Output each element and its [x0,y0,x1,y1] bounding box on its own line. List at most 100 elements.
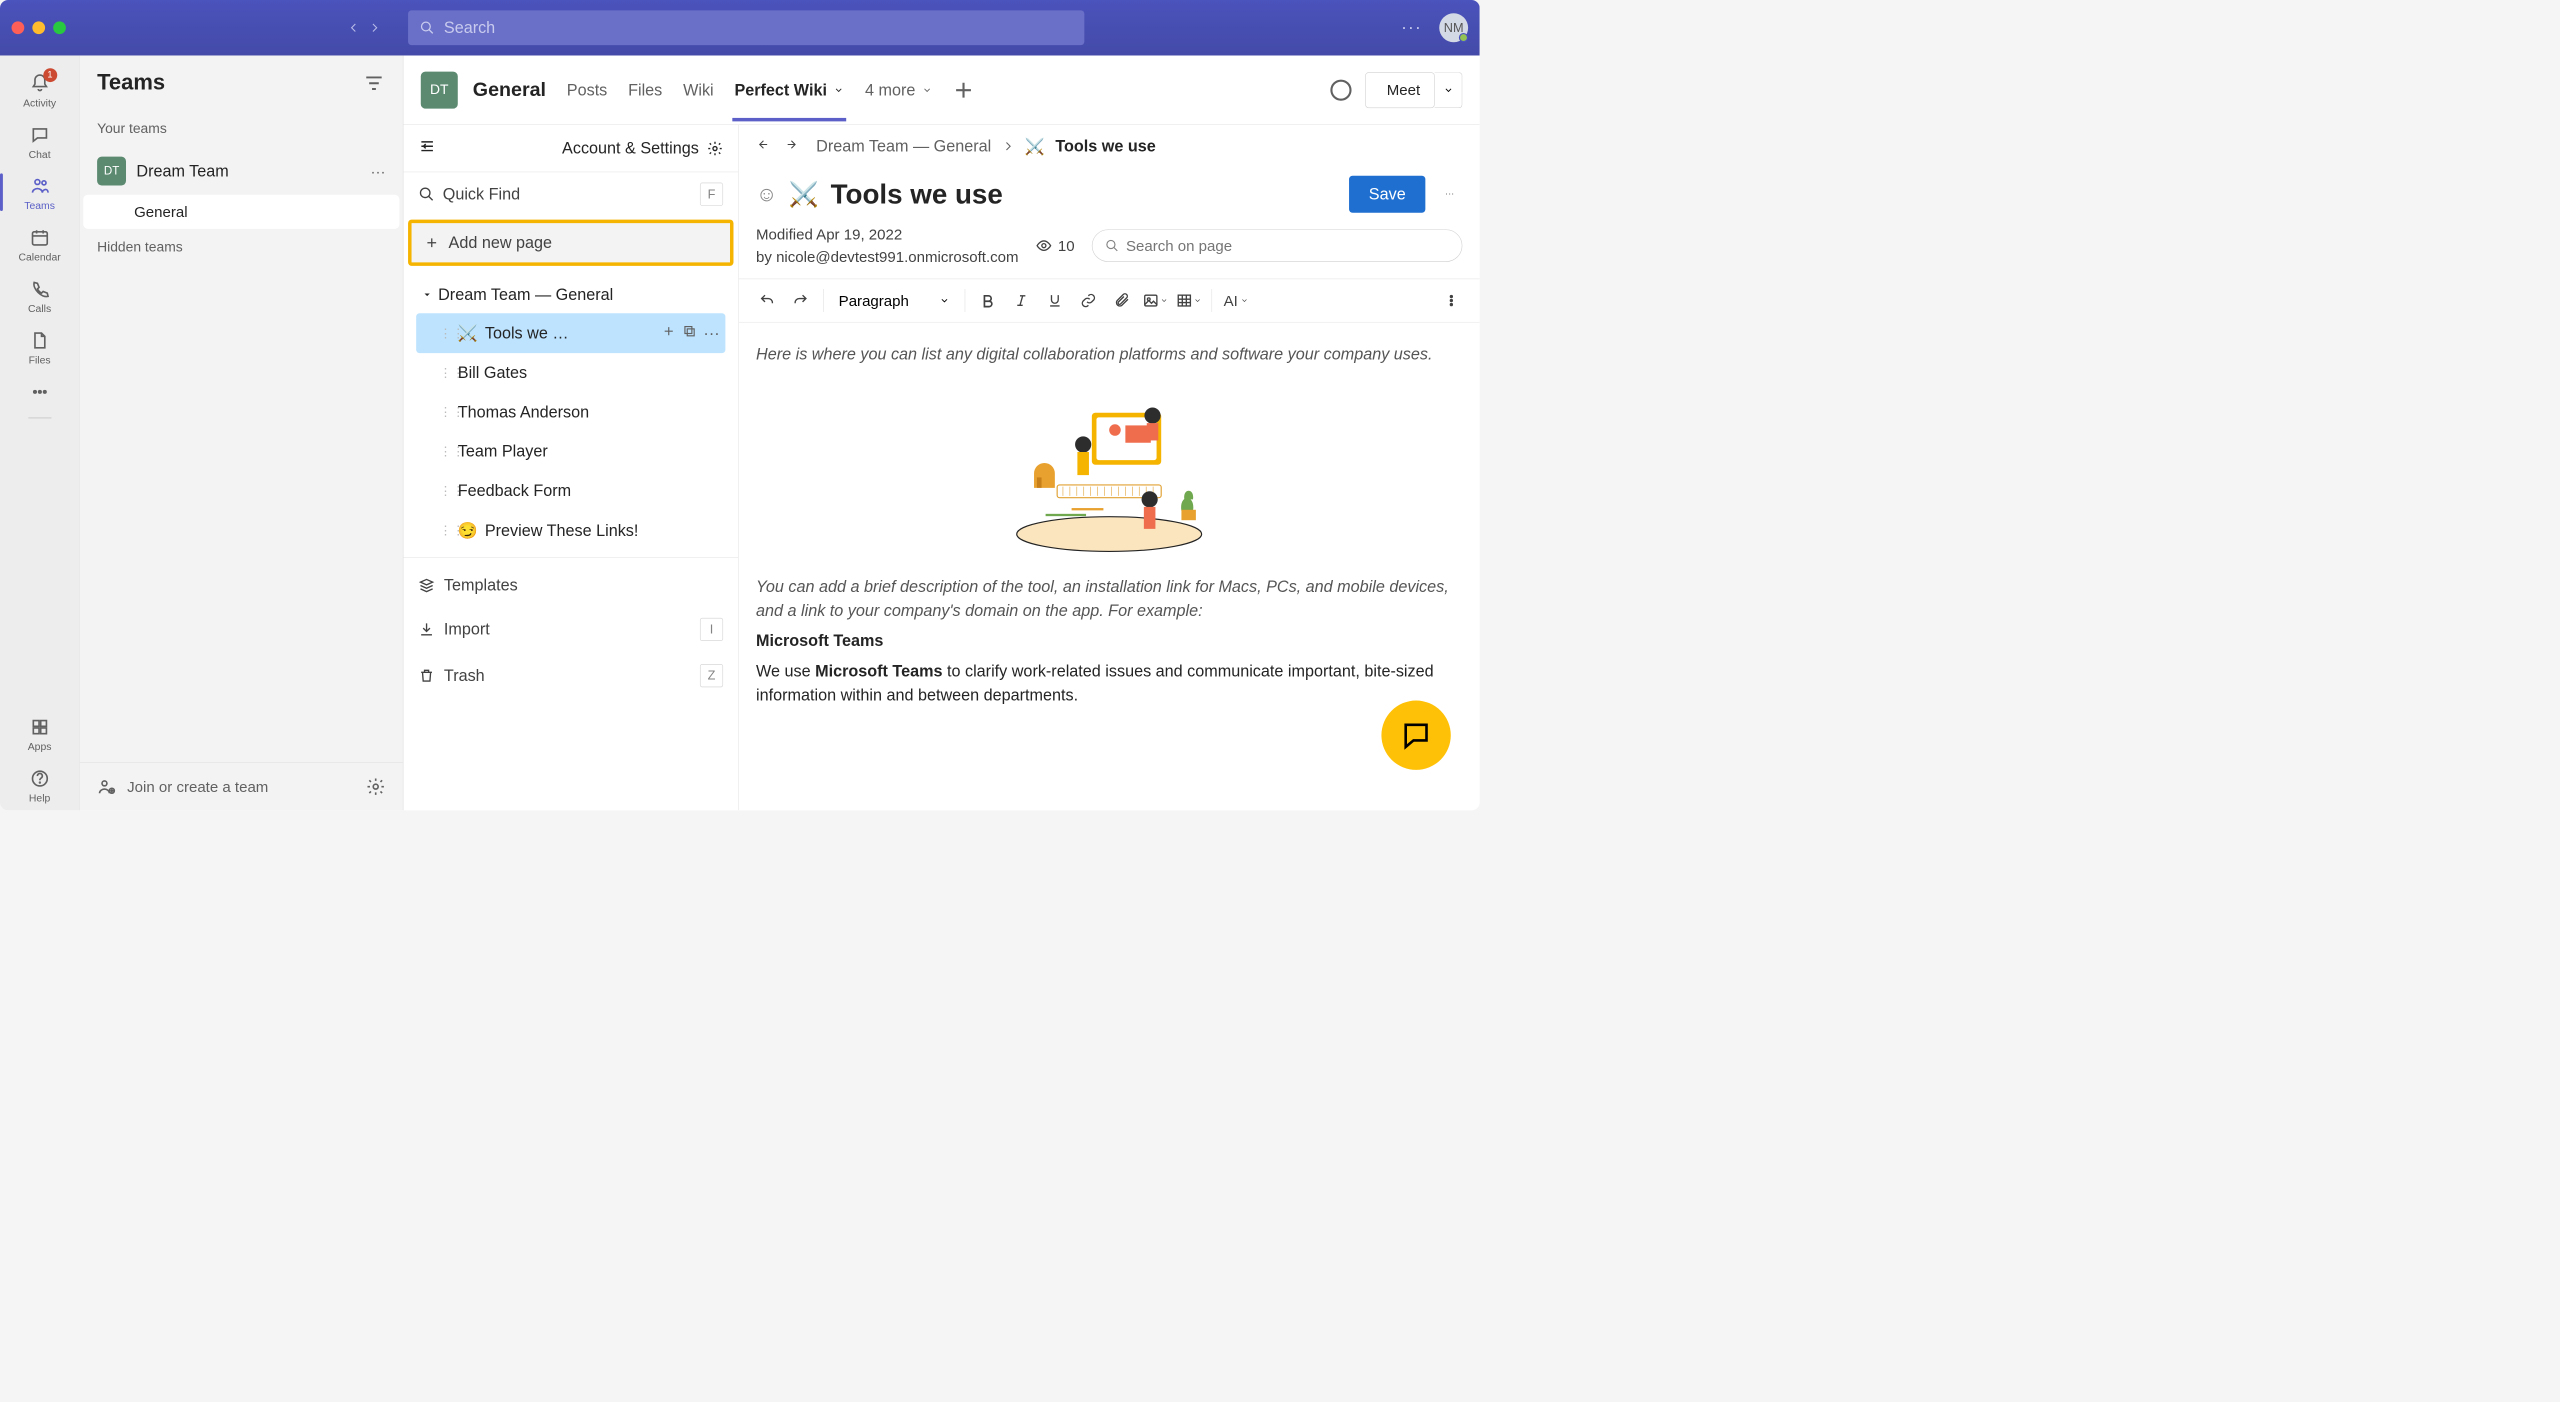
table-button[interactable] [1173,285,1204,316]
tab-posts[interactable]: Posts [564,59,609,121]
page-team-player[interactable]: ⋮⋮Team Player [416,432,725,471]
rail-files[interactable]: Files [0,321,79,372]
plus-icon[interactable] [662,324,676,338]
meet-dropdown[interactable] [1435,72,1463,108]
account-settings-link[interactable]: Account & Settings [562,139,699,157]
rail-more[interactable] [0,372,79,411]
tab-more[interactable]: 4 more [863,59,935,121]
templates-link[interactable]: Templates [403,565,738,607]
ai-button[interactable]: AI [1219,285,1253,316]
gear-icon[interactable] [366,777,386,797]
nav-back[interactable] [343,17,364,38]
chevron-right-icon [1002,140,1015,153]
team-menu[interactable]: ··· [371,162,386,180]
app-rail: 1 Activity Chat Teams Calendar Calls [0,55,80,810]
add-tab[interactable] [951,77,976,102]
user-avatar[interactable]: NM [1439,13,1468,42]
toolbar-more[interactable] [1436,285,1467,316]
page-title[interactable]: Tools we use [831,178,1003,210]
close-window[interactable] [12,21,25,34]
page-emoji[interactable]: ⚔️ [789,180,819,208]
tab-files[interactable]: Files [626,59,665,121]
global-search[interactable]: Search [408,10,1084,45]
page-back[interactable] [756,136,776,156]
rail-calls[interactable]: Calls [0,269,79,320]
attach-button[interactable] [1106,285,1137,316]
dots-icon [30,382,50,402]
redo-button[interactable] [785,285,816,316]
channel-avatar: DT [421,71,458,108]
tree-root[interactable]: Dream Team — General [416,276,725,313]
modified-by: by nicole@devtest991.onmicrosoft.com [756,246,1019,269]
window-controls[interactable] [12,21,66,34]
copy-icon[interactable] [683,324,697,338]
emoji-picker[interactable]: ☺ [756,182,777,206]
search-icon [1105,239,1119,253]
rail-activity[interactable]: 1 Activity [0,64,79,115]
stack-icon [418,577,434,593]
page-feedback-form[interactable]: ⋮⋮Feedback Form [416,471,725,510]
collapse-sidebar[interactable] [418,138,435,159]
phone-icon [30,279,50,299]
editor-toolbar: Paragraph AI [739,279,1480,323]
page-forward[interactable] [786,136,806,156]
italic-button[interactable] [1006,285,1037,316]
presence-indicator [1459,33,1468,42]
rail-chat[interactable]: Chat [0,115,79,166]
desk-illustration-icon [1005,384,1213,557]
search-on-page-input[interactable] [1126,237,1449,255]
undo-button[interactable] [751,285,782,316]
nav-forward[interactable] [364,17,385,38]
meet-button[interactable]: Meet [1365,72,1434,108]
wiki-sidebar: Account & Settings Quick Find F Add new … [403,125,738,811]
save-button[interactable]: Save [1349,176,1425,213]
join-create-team[interactable]: Join or create a team [80,762,403,810]
gear-icon[interactable] [707,140,723,156]
page-bill-gates[interactable]: ⋮⋮Bill Gates [416,353,725,392]
search-on-page[interactable] [1092,229,1462,261]
channel-chat-icon[interactable] [1328,77,1353,102]
image-button[interactable] [1140,285,1171,316]
rail-calendar[interactable]: Calendar [0,218,79,269]
calendar-icon [30,228,50,248]
tab-wiki[interactable]: Wiki [681,59,716,121]
import-link[interactable]: Import I [403,606,738,652]
file-icon [30,331,50,351]
page-preview-links[interactable]: ⋮⋮😏Preview These Links! [416,510,725,550]
team-dream-team[interactable]: DT Dream Team ··· [80,147,403,194]
quick-find[interactable]: Quick Find F [403,172,738,216]
chevron-down-icon [834,85,844,95]
search-icon [418,186,434,202]
more-menu[interactable]: ··· [1401,18,1422,38]
page-tools-we-use[interactable]: ⋮⋮ ⚔️ Tools we … ··· [416,313,725,353]
drag-handle-icon[interactable]: ⋮⋮ [439,326,451,341]
rail-teams[interactable]: Teams [0,166,79,217]
rail-apps[interactable]: Apps [0,707,79,758]
hidden-teams-label[interactable]: Hidden teams [80,229,403,266]
bold-button[interactable] [972,285,1003,316]
hotkey-badge: F [700,183,723,206]
channel-title: General [473,79,546,102]
paragraph-style[interactable]: Paragraph [831,292,958,310]
page-thomas-anderson[interactable]: ⋮⋮Thomas Anderson [416,392,725,431]
editor-body[interactable]: Here is where you can list any digital c… [739,323,1480,728]
rail-help[interactable]: Help [0,759,79,810]
link-button[interactable] [1073,285,1104,316]
trash-link[interactable]: Trash Z [403,653,738,699]
minimize-window[interactable] [32,21,45,34]
page-menu[interactable]: ··· [1437,181,1462,206]
item-menu[interactable]: ··· [703,324,719,342]
underline-button[interactable] [1039,285,1070,316]
activity-badge: 1 [43,68,57,82]
search-placeholder: Search [444,18,495,36]
chat-fab[interactable] [1381,701,1450,770]
channel-general[interactable]: General [83,195,399,229]
add-new-page[interactable]: Add new page [408,220,733,266]
page-content: Dream Team — General ⚔️ Tools we use ☺ ⚔… [739,125,1480,811]
caret-down-icon [422,290,432,300]
crumb-parent[interactable]: Dream Team — General [816,137,991,155]
filter-button[interactable] [362,71,385,94]
intro-text: Here is where you can list any digital c… [756,342,1462,366]
tab-perfect-wiki[interactable]: Perfect Wiki [732,59,846,121]
maximize-window[interactable] [53,21,66,34]
